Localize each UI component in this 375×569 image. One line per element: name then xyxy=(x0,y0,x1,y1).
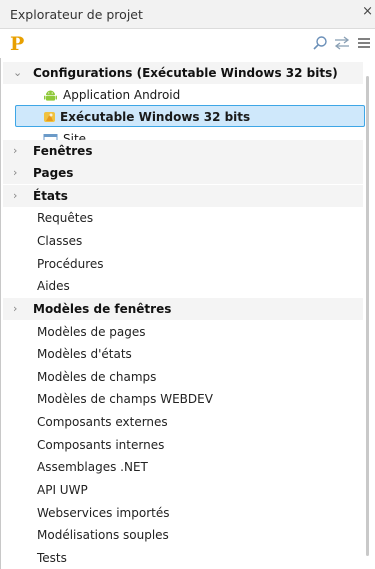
tree-item-executable-windows-32-bits[interactable]: Exécutable Windows 32 bits xyxy=(15,105,365,127)
tree-item-composants-internes[interactable]: Composants internes xyxy=(3,434,363,456)
tree-item-tests[interactable]: Tests xyxy=(3,547,363,569)
tree-item-modeles-de-champs[interactable]: Modèles de champs xyxy=(3,366,363,388)
project-tree: ⌄ Configurations (Exécutable Windows 32 … xyxy=(0,58,375,569)
tree-item-requetes[interactable]: Requêtes xyxy=(3,207,363,229)
tree-item-composants-externes[interactable]: Composants externes xyxy=(3,411,363,433)
chevron-right-icon[interactable]: › xyxy=(13,298,23,320)
tree-item-classes[interactable]: Classes xyxy=(3,230,363,252)
panel-titlebar: Explorateur de projet × xyxy=(0,0,375,29)
toolbar: P xyxy=(0,29,375,58)
chevron-right-icon[interactable]: › xyxy=(13,162,23,184)
scrollbar[interactable] xyxy=(366,76,369,556)
search-icon[interactable] xyxy=(312,35,328,55)
android-icon xyxy=(43,88,58,103)
chevron-right-icon[interactable]: › xyxy=(13,185,23,207)
tree-item-etats[interactable]: › États xyxy=(3,185,363,207)
sync-arrows-icon[interactable] xyxy=(334,35,350,55)
chevron-right-icon[interactable]: › xyxy=(13,140,23,162)
tree-item-fenetres[interactable]: › Fenêtres xyxy=(3,140,363,162)
tree-item-pages[interactable]: › Pages xyxy=(3,162,363,184)
tree-item-procedures[interactable]: Procédures xyxy=(3,253,363,275)
windows-executable-icon xyxy=(42,109,57,124)
tree-item-assemblages-net[interactable]: Assemblages .NET xyxy=(3,456,363,478)
chevron-down-icon[interactable]: ⌄ xyxy=(13,62,23,84)
menu-icon[interactable] xyxy=(357,35,371,55)
tree-item-webservices-importes[interactable]: Webservices importés xyxy=(3,502,363,524)
tree-item-modeles-de-pages[interactable]: Modèles de pages xyxy=(3,321,363,343)
tree-item-aides[interactable]: Aides xyxy=(3,275,363,297)
tree-item-modeles-d-etats[interactable]: Modèles d'états xyxy=(3,343,363,365)
tree-item-application-android[interactable]: Application Android xyxy=(3,84,363,106)
tree-item-modeles-de-fenetres[interactable]: › Modèles de fenêtres xyxy=(3,298,363,320)
tree-item-configurations[interactable]: ⌄ Configurations (Exécutable Windows 32 … xyxy=(3,62,363,84)
tree-item-api-uwp[interactable]: API UWP xyxy=(3,479,363,501)
close-icon[interactable]: × xyxy=(362,4,373,19)
tree-item-modelisations-souples[interactable]: Modélisations souples xyxy=(3,524,363,546)
windev-logo-icon: P xyxy=(10,33,25,55)
tree-item-modeles-de-champs-webdev[interactable]: Modèles de champs WEBDEV xyxy=(3,388,363,410)
panel-title: Explorateur de projet xyxy=(10,7,143,22)
